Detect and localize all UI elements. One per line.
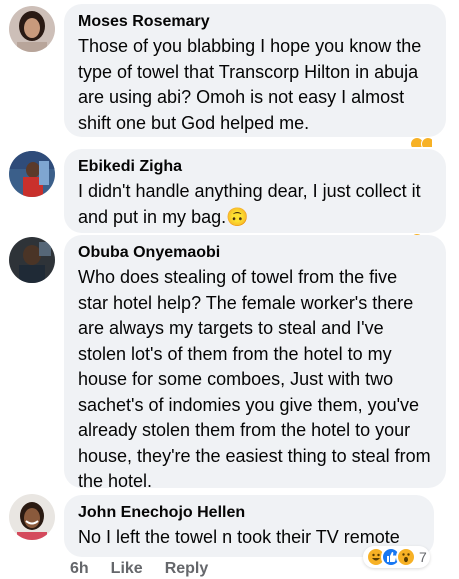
avatar[interactable] [9,494,55,540]
comment-author[interactable]: John Enechojo Hellen [78,503,420,523]
avatar[interactable] [9,151,55,197]
reaction-summary[interactable] [410,137,432,147]
comment-author[interactable]: Moses Rosemary [78,12,432,32]
comment-author[interactable]: Obuba Onyemaobi [78,243,432,263]
like-button[interactable]: Like [111,560,143,578]
upside-down-face-emoji: 🙃 [226,206,249,227]
reply-button[interactable]: Reply [165,560,209,578]
reaction-count: 7 [419,549,427,565]
comment-actions: 6h Like Reply [70,560,208,578]
comment-bubble: Obuba Onyemaobi Who does stealing of tow… [64,235,446,491]
wow-reaction-icon [396,547,416,567]
comment-author[interactable]: Ebikedi Zigha [78,157,432,177]
comment-text: I didn't handle anything dear, I just co… [78,181,421,227]
comment-bubble: Moses Rosemary Those of you blabbing I h… [64,4,446,137]
comment-text: Who does stealing of towel from the five… [78,267,431,491]
reaction-summary[interactable]: 7 [363,546,430,568]
avatar[interactable] [9,6,55,52]
timestamp[interactable]: 6h [70,560,89,578]
comment-text: Those of you blabbing I hope you know th… [78,36,422,133]
comment-bubble: Ebikedi Zigha I didn't handle anything d… [64,149,446,233]
avatar[interactable] [9,237,55,283]
